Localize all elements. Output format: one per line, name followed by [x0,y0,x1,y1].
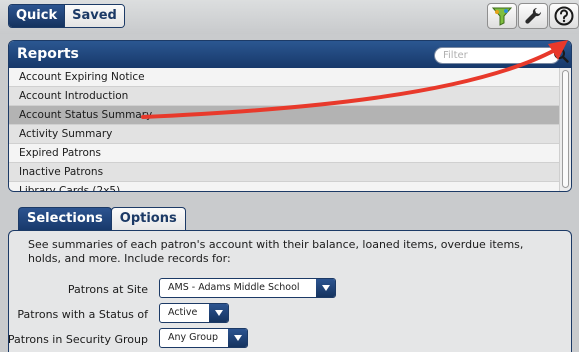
list-item[interactable]: Expired Patrons [9,144,561,163]
search-icon[interactable] [553,47,569,63]
filter-input[interactable]: Filter [434,47,560,64]
site-label: Patrons at Site [67,283,148,296]
quick-tab[interactable]: Quick [9,5,65,27]
settings-tabs: Selections Options [18,207,186,231]
report-description: See summaries of each patron's account w… [28,238,524,265]
reports-scrollbar[interactable] [559,68,571,191]
group-select-value: Any Group [168,332,219,343]
status-select-value: Active [168,307,198,318]
selections-panel: See summaries of each patron's account w… [8,230,572,352]
site-select[interactable]: AMS - Adams Middle School [159,278,336,298]
saved-tab[interactable]: Saved [64,5,124,27]
site-select-value: AMS - Adams Middle School [168,282,300,293]
group-select[interactable]: Any Group [159,328,248,348]
chevron-down-icon [316,279,335,297]
help-button[interactable] [549,3,579,29]
filter-button[interactable] [487,3,517,29]
status-select[interactable]: Active [159,303,229,323]
filter-icon [491,7,513,26]
group-label: Patrons in Security Group [7,333,148,346]
wrench-icon [525,7,542,24]
chevron-down-icon [228,329,247,347]
tab-options[interactable]: Options [110,207,186,231]
chevron-down-icon [209,304,228,322]
reports-title: Reports [17,46,79,62]
reports-panel: Reports Filter Account Expiring Notice A… [8,40,572,192]
tools-button[interactable] [518,3,548,29]
tab-selections[interactable]: Selections [18,207,112,231]
scrollbar-thumb[interactable] [562,70,569,188]
list-item[interactable]: Activity Summary [9,125,561,144]
report-mode-toggle: Quick Saved [8,4,125,28]
help-icon [554,6,574,26]
list-item-selected[interactable]: Account Status Summary [9,106,561,125]
status-label: Patrons with a Status of [17,308,148,321]
reports-list: Account Expiring Notice Account Introduc… [9,68,561,191]
list-item[interactable]: Account Expiring Notice [9,68,561,87]
list-item[interactable]: Account Introduction [9,87,561,106]
top-toolbar: Quick Saved [0,0,579,34]
list-item[interactable]: Inactive Patrons [9,163,561,182]
list-item[interactable]: Library Cards (2x5) [9,182,561,191]
reports-header: Reports Filter [9,41,571,68]
